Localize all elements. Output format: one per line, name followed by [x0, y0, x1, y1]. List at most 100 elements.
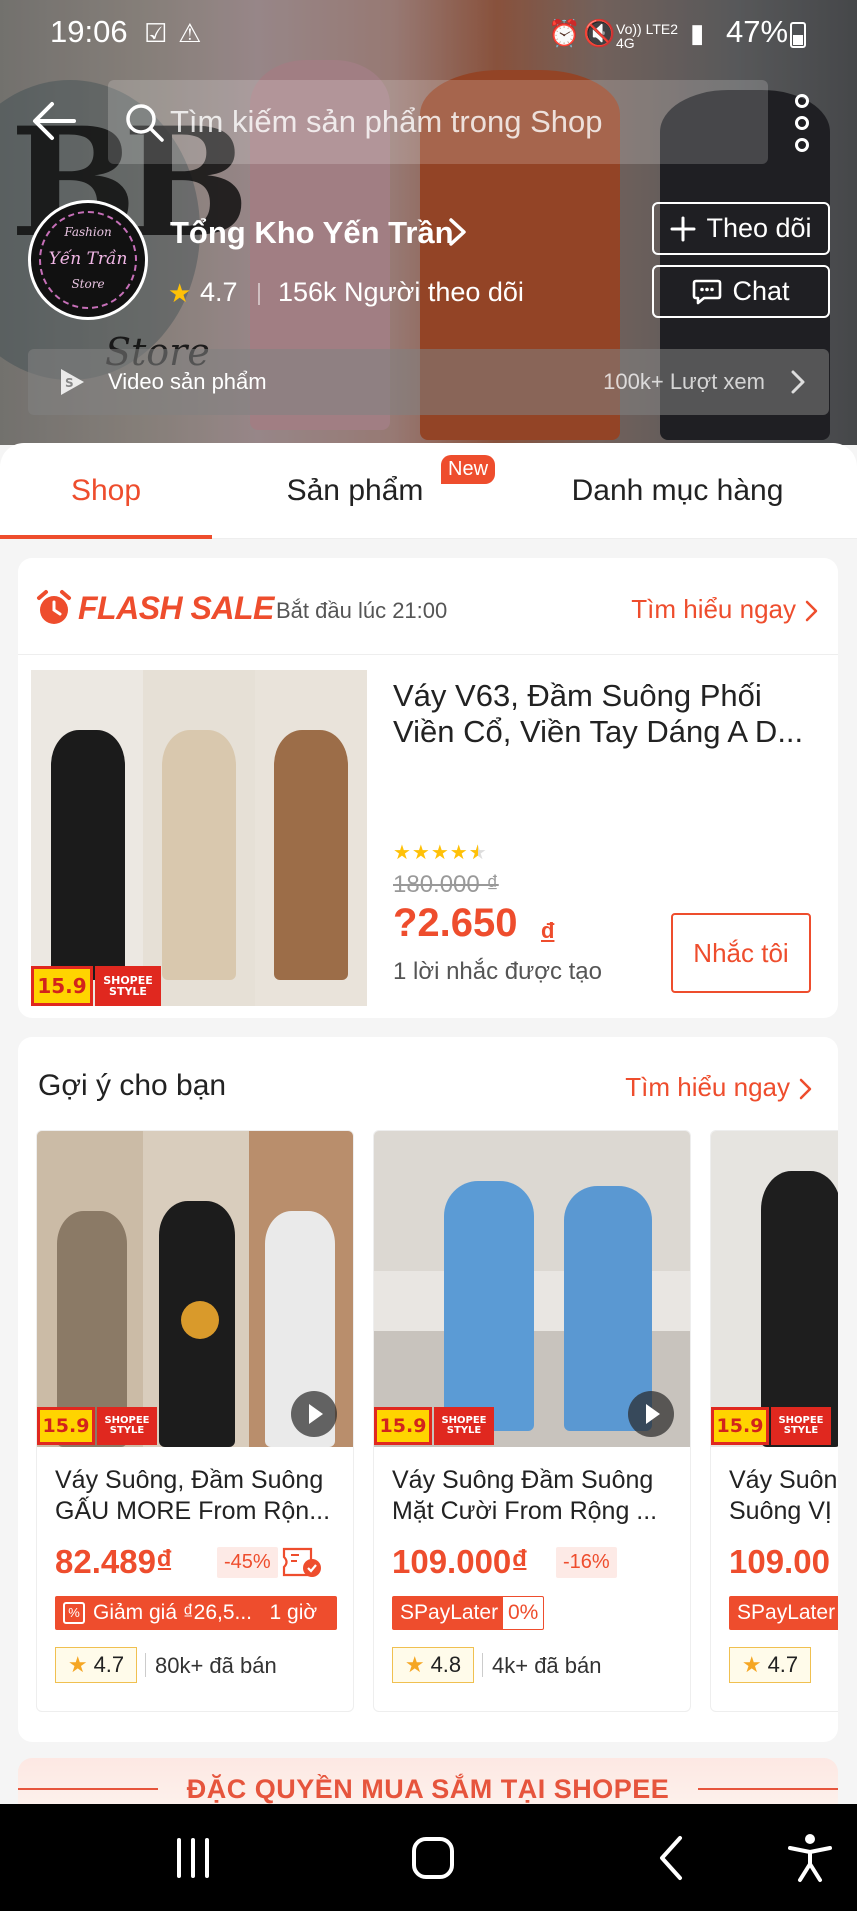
- svg-text:S: S: [65, 376, 74, 390]
- battery-percent: 47%: [726, 14, 789, 49]
- star-icon: ★: [168, 278, 192, 308]
- product-name-line2: Mặt Cười From Rộng ...: [392, 1497, 658, 1525]
- star-icon: ★: [404, 1652, 425, 1677]
- chat-icon: [693, 279, 722, 304]
- product-rating: ★ 4.7: [729, 1647, 811, 1683]
- avatar-top-text: Fashion: [64, 225, 112, 239]
- video-play-icon: S: [61, 369, 84, 395]
- product-price: 109.000₫: [392, 1543, 529, 1580]
- flash-sale-reminder-count: 1 lời nhắc được tạo: [393, 958, 602, 985]
- new-badge: New: [441, 455, 496, 484]
- tab-active-indicator: [0, 535, 212, 539]
- tab-categories[interactable]: Danh mục hàng: [540, 443, 815, 539]
- product-card[interactable]: 15.9 SHOPEE STYLE Váy Suôn Suông VỊ 109.…: [710, 1130, 838, 1712]
- chevron-right-icon[interactable]: [445, 214, 471, 250]
- flash-sale-logo-text: FLASH SALE: [78, 589, 274, 626]
- shop-header-banner: BB Store 19:06 ☑ ⚠ ⏰ 🔇 Vo)) LTE2 4G ▮ 47…: [0, 0, 857, 445]
- checkbox-notification-icon: ☑: [144, 18, 168, 48]
- back-icon[interactable]: [642, 1832, 702, 1884]
- play-icon: [646, 1404, 660, 1424]
- tag-shopee-style: SHOPEE STYLE: [434, 1407, 494, 1445]
- product-card[interactable]: 15.9 SHOPEE STYLE Váy Suông, Đầm Suông G…: [36, 1130, 354, 1712]
- star-icon: ★: [67, 1652, 88, 1677]
- tab-shop[interactable]: Shop: [0, 443, 212, 539]
- product-price: 82.489₫: [55, 1543, 173, 1580]
- divider: [145, 1653, 146, 1677]
- shop-avatar[interactable]: Fashion Yến Trần Store: [28, 200, 148, 320]
- follow-button[interactable]: Theo dõi: [652, 202, 830, 255]
- shop-name[interactable]: Tổng Kho Yến Trần: [170, 215, 454, 251]
- product-image[interactable]: 15.9 SHOPEE STYLE: [374, 1131, 690, 1447]
- shop-rating: 4.7: [200, 277, 238, 307]
- product-card[interactable]: 15.9 SHOPEE STYLE Váy Suông Đầm Suông Mặ…: [373, 1130, 691, 1712]
- product-name-line2: GẤU MORE From Rộn...: [55, 1497, 331, 1525]
- video-play-button[interactable]: [291, 1391, 337, 1437]
- home-icon[interactable]: [403, 1832, 463, 1884]
- battery-icon: [790, 22, 806, 48]
- signal-icon: ▮: [690, 18, 705, 48]
- product-image[interactable]: 15.9 SHOPEE STYLE: [711, 1131, 838, 1447]
- more-options-button[interactable]: [780, 92, 826, 154]
- star-icon: ★: [741, 1652, 762, 1677]
- video-play-button[interactable]: [628, 1391, 674, 1437]
- product-model-black: [761, 1171, 838, 1447]
- follower-count: 156k Người theo dõi: [278, 277, 524, 307]
- product-discount: -16%: [556, 1547, 617, 1578]
- bear-print: [181, 1301, 219, 1339]
- flash-sale-currency: đ: [541, 918, 555, 943]
- chevron-right-icon[interactable]: [798, 1076, 814, 1102]
- chevron-right-icon[interactable]: [804, 598, 820, 624]
- chat-label: Chat: [732, 276, 790, 306]
- search-input[interactable]: [170, 80, 750, 164]
- flash-sale-logo: FLASH SALE: [36, 588, 274, 628]
- chat-button[interactable]: Chat: [652, 265, 830, 318]
- shop-search-box[interactable]: [108, 80, 768, 164]
- accessibility-icon[interactable]: [780, 1832, 840, 1884]
- flash-sale-learn-more[interactable]: Tìm hiểu ngay: [631, 594, 796, 625]
- avatar-name-text: Yến Trần: [48, 249, 128, 269]
- product-rating-value: 4.8: [430, 1652, 462, 1677]
- plus-icon: [670, 216, 696, 241]
- product-rating-value: 4.7: [93, 1652, 125, 1677]
- voucher-text: Giảm giá ₫26,5... 1 giờ: [93, 1601, 318, 1624]
- tag-15-9: 15.9: [711, 1407, 769, 1445]
- spaylater-label: SPayLater: [729, 1596, 838, 1630]
- product-name-line1: Váy Suông, Đầm Suông: [55, 1466, 324, 1494]
- flash-sale-start-time: Bắt đầu lúc 21:00: [276, 598, 448, 623]
- search-icon: [126, 104, 164, 142]
- tag-15-9: 15.9: [31, 966, 93, 1006]
- divider: [258, 283, 260, 305]
- network-label: Vo)) LTE2 4G: [616, 21, 678, 51]
- follow-label: Theo dõi: [706, 213, 812, 243]
- more-vertical-icon: [795, 94, 809, 108]
- status-time: 19:06: [50, 14, 128, 49]
- coupon-icon: [282, 1547, 321, 1577]
- product-discount: -45%: [217, 1547, 278, 1578]
- product-price: 109.00: [729, 1543, 830, 1580]
- product-video-bar[interactable]: S Video sản phẩm 100k+ Lượt xem: [28, 349, 829, 415]
- product-sold-count: 4k+ đã bán: [492, 1653, 602, 1678]
- divider: [18, 654, 838, 655]
- privilege-banner-text: ĐẶC QUYỀN MUA SẮM TẠI SHOPEE: [186, 1774, 670, 1804]
- product-model-blue: [444, 1181, 534, 1431]
- recommendations-learn-more[interactable]: Tìm hiểu ngay: [625, 1072, 790, 1103]
- product-image[interactable]: 15.9 SHOPEE STYLE: [37, 1131, 353, 1447]
- status-bar: 19:06 ☑ ⚠ ⏰ 🔇 Vo)) LTE2 4G ▮ 47%: [0, 0, 857, 66]
- recent-apps-icon[interactable]: [163, 1832, 223, 1884]
- back-button[interactable]: [28, 95, 80, 147]
- tab-products[interactable]: Sản phẩm: [240, 443, 470, 539]
- back-arrow-icon: [33, 102, 76, 140]
- product-name-line1: Váy Suông Đầm Suông: [392, 1466, 654, 1494]
- flash-sale-rating-stars: ★★★★★★: [393, 842, 488, 864]
- avatar-bottom-text: Store: [71, 277, 105, 291]
- flash-sale-product-title[interactable]: Váy V63, Đầm Suông Phối Viền Cổ, Viền Ta…: [393, 678, 813, 750]
- flash-sale-product-image[interactable]: 15.9 SHOPEE STYLE: [31, 670, 367, 1006]
- voucher-icon: %: [63, 1602, 85, 1624]
- recommendations-title: Gợi ý cho bạn: [38, 1069, 227, 1102]
- tag-15-9: 15.9: [37, 1407, 95, 1445]
- chevron-right-icon: [791, 370, 805, 394]
- product-rating: ★ 4.8: [392, 1647, 474, 1683]
- divider: [482, 1653, 483, 1677]
- recommendations-card: Gợi ý cho bạn Tìm hiểu ngay 15.9 SHOPEE …: [18, 1037, 838, 1742]
- remind-me-button[interactable]: Nhắc tôi: [671, 913, 811, 993]
